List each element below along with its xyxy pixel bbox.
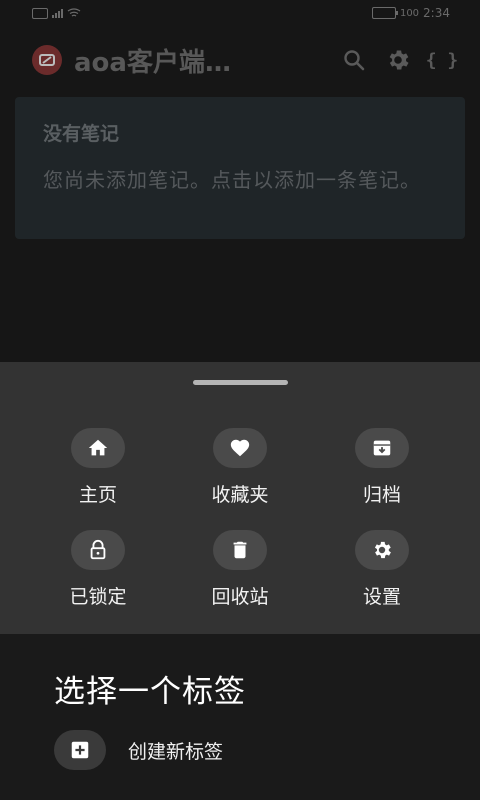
status-right: 100 2:34 — [371, 6, 450, 20]
empty-description: 您尚未添加笔记。点击以添加一条笔记。 — [43, 168, 421, 192]
braces-icon: { } — [425, 49, 459, 71]
drag-handle[interactable] — [193, 380, 288, 385]
signal-icon — [52, 8, 63, 18]
status-left — [32, 7, 81, 19]
nav-trash-label: 回收站 — [211, 586, 269, 608]
home-icon — [71, 428, 125, 468]
search-button[interactable] — [332, 38, 376, 82]
create-tag-button[interactable]: 创建新标签 — [54, 730, 223, 770]
empty-notes-card[interactable]: 没有笔记 您尚未添加笔记。点击以添加一条笔记。 — [15, 97, 465, 239]
nav-favorites-label: 收藏夹 — [211, 484, 269, 506]
app-bar: aoa客户端… { } — [0, 34, 480, 86]
wifi-icon — [67, 8, 81, 17]
nav-home[interactable]: 主页 — [28, 428, 168, 507]
add-box-icon — [54, 730, 106, 770]
clock: 2:34 — [423, 6, 450, 20]
empty-title: 没有笔记 — [43, 123, 120, 145]
bottom-sheet: 主页 收藏夹 归档 已锁定 回收站 设置 — [0, 362, 480, 634]
nav-settings[interactable]: 设置 — [312, 530, 452, 609]
status-bar: 100 2:34 — [0, 0, 480, 26]
app-title: aoa客户端… — [74, 47, 231, 78]
nav-favorites[interactable]: 收藏夹 — [170, 428, 310, 507]
archive-icon — [355, 428, 409, 468]
nav-home-label: 主页 — [78, 484, 117, 506]
nav-locked-label: 已锁定 — [69, 586, 127, 608]
heart-icon — [213, 428, 267, 468]
settings-button[interactable] — [376, 38, 420, 82]
trash-icon — [213, 530, 267, 570]
settings-icon — [389, 50, 409, 70]
search-icon — [344, 50, 365, 71]
tag-section: 选择一个标签 创建新标签 — [0, 634, 480, 800]
sim-icon — [32, 7, 48, 19]
lock-icon — [71, 530, 125, 570]
create-tag-label: 创建新标签 — [128, 740, 224, 763]
json-button[interactable]: { } — [420, 38, 464, 82]
app-logo-icon — [32, 45, 62, 75]
nav-settings-label: 设置 — [362, 586, 401, 608]
battery-icon — [371, 7, 398, 19]
battery-level: 100 — [399, 7, 420, 19]
gear-icon — [355, 530, 409, 570]
tag-section-title: 选择一个标签 — [54, 674, 246, 710]
nav-archive[interactable]: 归档 — [312, 428, 452, 507]
nav-locked[interactable]: 已锁定 — [28, 530, 168, 609]
nav-archive-label: 归档 — [362, 484, 401, 506]
nav-trash[interactable]: 回收站 — [170, 530, 310, 609]
